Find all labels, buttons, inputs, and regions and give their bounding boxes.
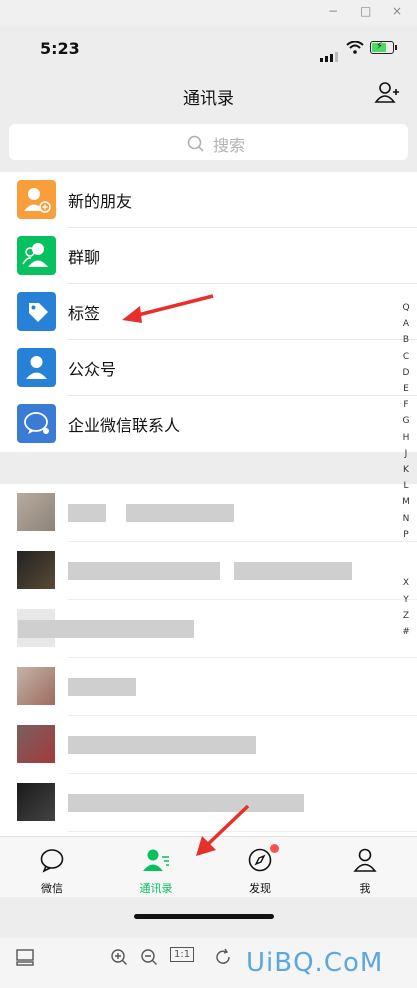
menu-item-group-chats[interactable]: 群聊 [0,228,417,284]
alphabet-index-letter[interactable]: A [398,316,414,332]
blurred-name [234,562,352,580]
menu-item-label: 标签 [68,304,101,323]
wifi-icon [346,41,364,54]
contacts-icon [143,849,169,871]
alphabet-index-letter[interactable]: X [398,575,414,591]
alphabet-index-letter[interactable] [398,543,414,559]
alphabet-index-letter[interactable]: N [398,511,414,527]
alphabet-index[interactable]: QABCDEFGHJKLMNP X Y Z # [398,300,414,640]
cellular-signal-icon [320,43,340,62]
contact-row[interactable] [0,484,417,542]
zoom-out-icon[interactable] [140,948,158,966]
alphabet-index-letter[interactable]: P [398,527,414,543]
avatar [17,493,55,531]
contact-row[interactable] [0,600,417,658]
search-placeholder-text: 搜索 [213,136,246,155]
contact-row[interactable] [0,658,417,716]
close-button[interactable]: × [392,4,402,18]
zoom-in-icon[interactable] [110,948,128,966]
menu-item-official-accounts[interactable]: 公众号 [0,340,417,396]
add-user-icon[interactable] [374,80,400,106]
battery-icon: ⚡ [370,41,397,54]
window-titlebar: − □ × [0,0,417,26]
alphabet-index-letter[interactable]: F [398,397,414,413]
tab-me[interactable]: 我 [325,847,405,896]
search-bar[interactable]: 搜索 [9,124,408,160]
me-icon [353,848,377,872]
tab-label: 微信 [41,882,63,895]
alphabet-index-letter[interactable]: M [398,494,414,510]
alphabet-index-letter[interactable]: G [398,413,414,429]
tab-label: 发现 [249,882,271,895]
nav-header: 通讯录 [0,70,417,118]
page-title: 通讯录 [183,89,234,109]
tab-contacts[interactable]: 通讯录 [116,847,196,896]
contact-row[interactable] [0,716,417,774]
menu-item-new-friends[interactable]: 新的朋友 [0,172,417,228]
alphabet-index-letter[interactable]: L [398,478,414,494]
alphabet-index-letter[interactable]: B [398,332,414,348]
search-icon [187,135,204,152]
tag-icon [17,292,56,331]
alphabet-index-letter[interactable]: J [398,446,414,462]
chat-icon [40,849,64,873]
blurred-name [68,678,136,696]
blurred-name [68,562,220,580]
alphabet-index-letter[interactable]: D [398,365,414,381]
alphabet-index-letter[interactable]: E [398,381,414,397]
alphabet-index-letter[interactable]: Z [398,608,414,624]
menu-item-label: 公众号 [68,360,117,379]
alphabet-index-letter[interactable]: H [398,430,414,446]
contact-row[interactable] [0,542,417,600]
layout-icon[interactable] [16,948,34,966]
blurred-name [68,504,106,522]
alphabet-index-letter[interactable] [398,559,414,575]
menu-item-label: 企业微信联系人 [68,416,181,435]
section-header [0,454,417,484]
alphabet-index-letter[interactable]: Q [398,300,414,316]
blurred-name [68,794,304,812]
notification-dot [270,844,279,853]
add-friend-icon [17,180,56,219]
blurred-name [18,620,194,638]
avatar [17,725,55,763]
wecom-icon [17,404,56,443]
menu-item-wecom-contacts[interactable]: 企业微信联系人 [0,396,417,452]
blurred-name [126,504,234,522]
status-bar: 5:23 ⚡ [0,26,417,70]
rotate-icon[interactable] [214,948,232,966]
menu-item-label: 群聊 [68,248,101,267]
alphabet-index-letter[interactable]: # [398,624,414,640]
avatar [17,667,55,705]
status-time: 5:23 [40,39,80,58]
tab-label: 通讯录 [139,882,173,895]
avatar [17,783,55,821]
watermark-logo: UiBQ.CoM [246,948,384,978]
official-account-icon [17,348,56,387]
blurred-name [68,736,256,754]
search-placeholder: 搜索 [187,132,245,156]
minimize-button[interactable]: − [328,4,338,18]
tab-label: 我 [359,882,371,895]
group-icon [17,236,56,275]
contact-list [0,484,417,836]
alphabet-index-letter[interactable]: K [398,462,414,478]
actual-size-button[interactable]: 1:1 [170,947,195,962]
maximize-button[interactable]: □ [360,4,371,18]
arrow-annotation-contacts [196,804,250,856]
alphabet-index-letter[interactable]: C [398,349,414,365]
alphabet-index-letter[interactable]: Y [398,592,414,608]
home-indicator [134,914,274,919]
arrow-annotation-tags [122,294,214,323]
tab-chats[interactable]: 微信 [12,847,92,896]
avatar [17,551,55,589]
menu-item-label: 新的朋友 [68,192,133,211]
